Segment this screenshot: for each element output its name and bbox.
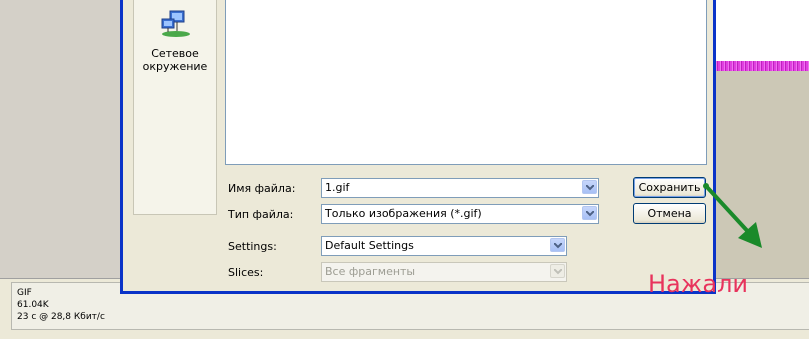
app-canvas-left (11, 0, 120, 278)
filetype-dropdown-button[interactable] (582, 206, 597, 220)
network-places-icon[interactable] (159, 9, 193, 39)
network-places-label[interactable]: Сетевое окружение (134, 47, 216, 73)
settings-label: Settings: (228, 240, 277, 253)
filename-label: Имя файла: (228, 182, 296, 195)
filename-value[interactable]: 1.gif (325, 181, 349, 194)
annotation-arrow-icon (703, 183, 762, 248)
save-button[interactable]: Сохранить (633, 177, 706, 198)
slices-label: Slices: (228, 266, 264, 279)
image-preview-top (714, 0, 809, 61)
status-format: GIF (17, 288, 32, 298)
annotation-label: Нажали (648, 270, 749, 298)
filename-combobox[interactable]: 1.gif (321, 178, 599, 198)
image-preview-strip (714, 61, 809, 71)
settings-value[interactable]: Default Settings (325, 239, 414, 252)
cancel-button[interactable]: Отмена (633, 203, 706, 224)
chevron-down-icon (586, 211, 594, 217)
slices-dropdown-button (550, 264, 565, 278)
file-list-view[interactable] (225, 0, 707, 165)
slices-combobox: Все фрагменты (321, 262, 567, 282)
settings-dropdown-button[interactable] (550, 238, 565, 252)
filetype-combobox[interactable]: Только изображения (*.gif) (321, 204, 599, 224)
slices-value: Все фрагменты (325, 265, 416, 278)
status-speed: 23 с @ 28,8 Кбит/с (17, 312, 105, 322)
filename-dropdown-button[interactable] (582, 180, 597, 194)
settings-combobox[interactable]: Default Settings (321, 236, 567, 256)
places-bar: Сетевое окружение (133, 0, 217, 215)
filetype-value[interactable]: Только изображения (*.gif) (325, 207, 482, 220)
save-dialog: Сетевое окружение Имя файла: 1.gif Тип ф… (120, 0, 716, 294)
chevron-down-icon (586, 185, 594, 191)
filetype-label: Тип файла: (228, 208, 294, 221)
chevron-down-icon (554, 269, 562, 275)
status-size: 61.04K (17, 300, 49, 310)
chevron-down-icon (554, 243, 562, 249)
